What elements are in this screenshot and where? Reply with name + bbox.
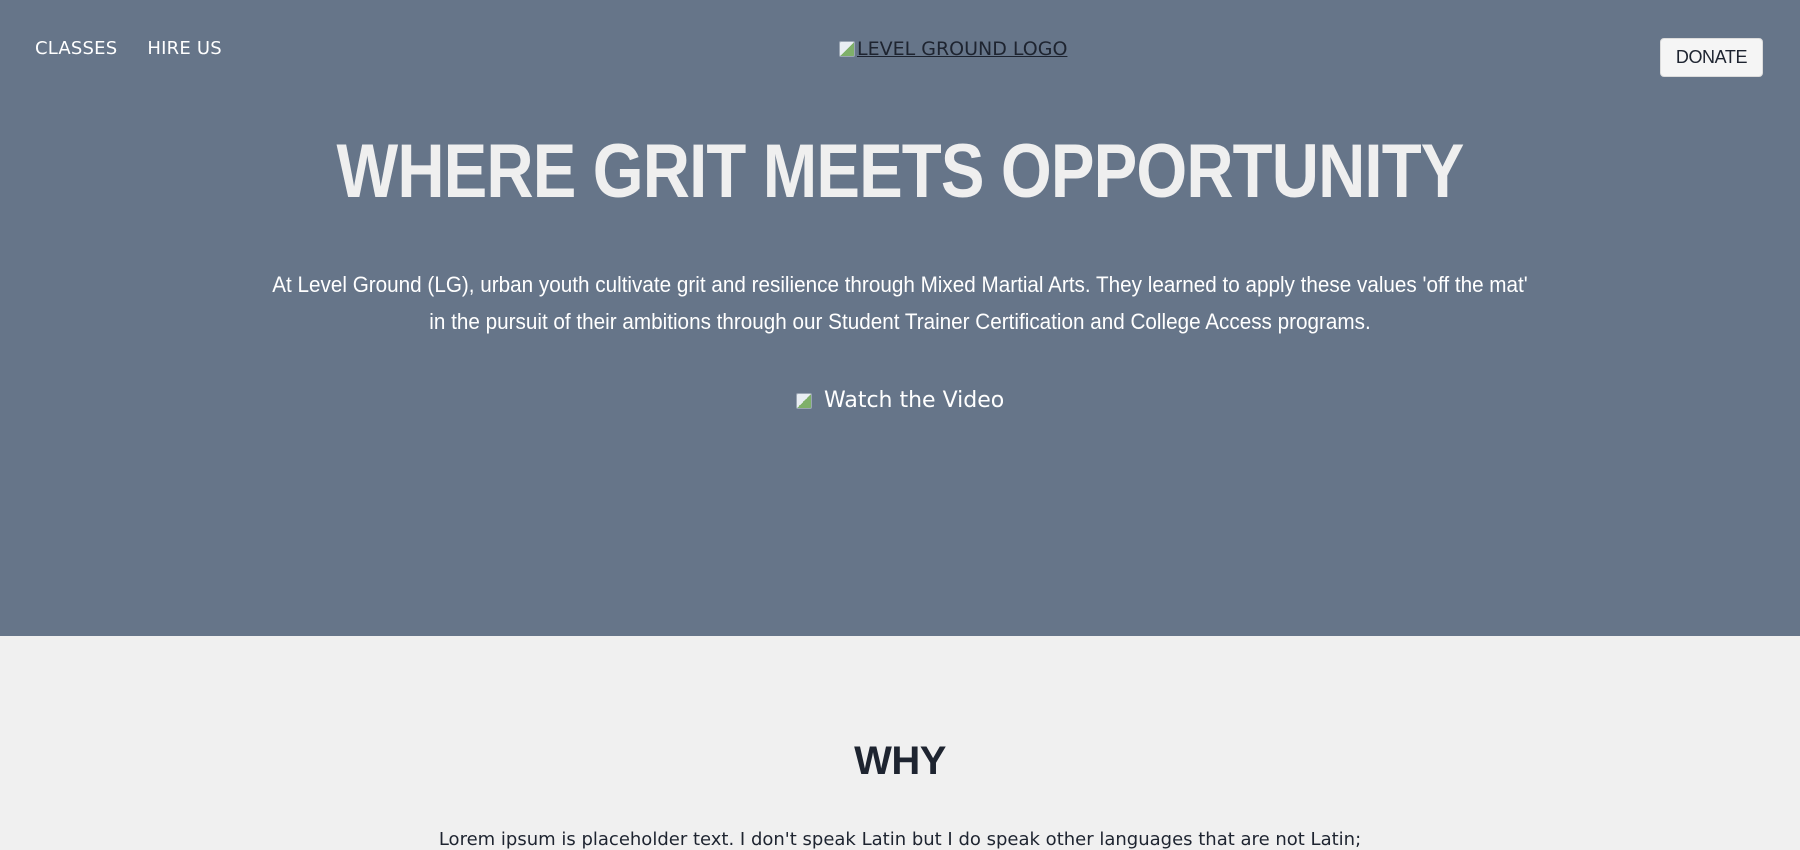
- why-section: WHY Lorem ipsum is placeholder text. I d…: [0, 636, 1800, 850]
- nav-link-hire-us[interactable]: HIRE US: [147, 38, 221, 59]
- play-video-icon: [796, 392, 812, 409]
- logo-alt-text: LEVEL GROUND LOGO: [857, 38, 1068, 60]
- why-title: WHY: [854, 739, 946, 783]
- primary-nav: CLASSES HIRE US: [35, 38, 222, 59]
- hero-section: CLASSES HIRE US LEVEL GROUND LOGO DONATE…: [0, 0, 1800, 636]
- hero-headline: WHERE GRIT MEETS OPPORTUNITY: [336, 129, 1464, 214]
- broken-image-icon: [839, 41, 855, 57]
- donate-button[interactable]: DONATE: [1660, 38, 1763, 77]
- watch-video-label: Watch the Video: [824, 388, 1005, 413]
- logo[interactable]: LEVEL GROUND LOGO: [839, 38, 1067, 60]
- nav-link-classes[interactable]: CLASSES: [35, 38, 117, 59]
- watch-video-link[interactable]: Watch the Video: [796, 388, 1004, 413]
- hero-intro: At Level Ground (LG), urban youth cultiv…: [272, 272, 1528, 334]
